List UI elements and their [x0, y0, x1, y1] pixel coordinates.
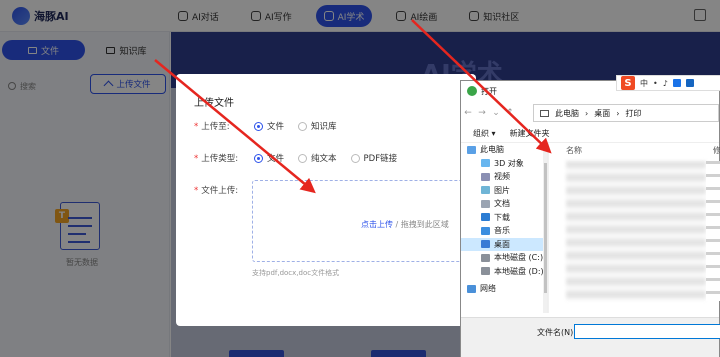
file-upload-label: * 文件上传: — [194, 186, 239, 196]
radio-upload-to-file[interactable]: 文件 — [254, 120, 284, 132]
network-icon — [467, 284, 476, 293]
back-icon[interactable]: ← — [461, 108, 475, 118]
radio-upload-to-kb[interactable]: 知识库 — [298, 120, 337, 132]
upload-to-row: * 上传至: 文件 知识库 — [194, 120, 351, 132]
video-icon — [481, 172, 490, 181]
chevron-right-icon: › — [616, 108, 620, 118]
music-icon — [481, 226, 490, 235]
dropzone-text: 点击上传 / 拖拽到此区域 — [361, 219, 449, 230]
breadcrumb-print[interactable]: 打印 — [625, 108, 641, 119]
up-icon[interactable]: ↑ — [503, 108, 517, 118]
new-folder-button[interactable]: 新建文件夹 — [510, 128, 550, 139]
tree-item-music[interactable]: 音乐 — [461, 224, 547, 238]
address-bar[interactable]: 此电脑 › 桌面 › 打印 — [533, 104, 719, 122]
address-row: ← → ⌄ ↑ 此电脑 › 桌面 › 打印 — [461, 101, 719, 125]
computer-icon — [467, 145, 476, 154]
radio-dot — [350, 153, 360, 163]
radio-dot — [254, 153, 263, 163]
radio-type-file[interactable]: 文件 — [254, 152, 284, 164]
radio-dot — [298, 153, 308, 163]
upload-modal: 上传文件 * 上传至: 文件 知识库 * 上传类型: 文件 纯文本 PDF链接 * 文… — [176, 74, 482, 326]
drag-text: 拖拽到此区域 — [400, 220, 449, 229]
document-icon — [481, 199, 490, 208]
breadcrumb-desktop[interactable]: 桌面 — [594, 108, 610, 119]
breadcrumb-pc[interactable]: 此电脑 — [555, 108, 579, 119]
click-upload-link[interactable]: 点击上传 — [361, 220, 393, 229]
organize-button[interactable]: 组织 ▾ — [473, 128, 496, 139]
radio-type-text[interactable]: 纯文本 — [298, 152, 337, 164]
chevron-right-icon: › — [585, 108, 589, 118]
recent-icon[interactable]: ⌄ — [489, 108, 503, 118]
cube-icon — [481, 159, 490, 168]
file-list-header: 名称 修 — [548, 143, 720, 157]
tree-item-desktop[interactable]: 桌面 — [461, 237, 547, 251]
tree-item-documents[interactable]: 文档 — [461, 197, 547, 211]
tree-item-3d-objects[interactable]: 3D 对象 — [461, 157, 547, 171]
upload-type-row: * 上传类型: 文件 纯文本 PDF链接 — [194, 152, 411, 164]
upload-dropzone[interactable]: 点击上传 / 拖拽到此区域 — [252, 180, 482, 262]
punctuation-icon: • — [653, 78, 658, 88]
image-icon — [481, 186, 490, 195]
forward-icon[interactable]: → — [475, 108, 489, 118]
separator: / — [395, 220, 399, 229]
upload-type-label: * 上传类型: — [194, 154, 239, 164]
navigation-tree: 此电脑 3D 对象 视频 图片 文档 下载 音乐 桌面 本地磁盘 (C:) 本地… — [461, 143, 547, 313]
drive-icon — [481, 253, 490, 262]
tree-item-drive-c[interactable]: 本地磁盘 (C:) — [461, 251, 547, 265]
desktop-icon — [481, 240, 490, 249]
tree-item-downloads[interactable]: 下载 — [461, 211, 547, 225]
keyboard-icon — [672, 79, 681, 87]
filename-input[interactable] — [574, 324, 720, 339]
column-modified[interactable]: 修 — [713, 145, 720, 156]
skin-icon — [685, 79, 694, 87]
radio-dot — [254, 121, 263, 131]
computer-icon — [540, 109, 549, 117]
format-hint: 支持pdf,docx,doc文件格式 — [252, 269, 340, 277]
mic-icon: ♪ — [662, 78, 668, 88]
filename-row: 文件名(N): — [461, 317, 720, 357]
ime-mode: 中 — [640, 78, 648, 88]
download-icon — [481, 213, 490, 222]
modal-title: 上传文件 — [194, 98, 234, 109]
command-bar: 组织 ▾ 新建文件夹 — [461, 125, 719, 143]
tree-item-drive-d[interactable]: 本地磁盘 (D:) — [461, 265, 547, 279]
ime-toolbar[interactable]: S 中 • ♪ — [616, 75, 720, 91]
radio-type-pdf-link[interactable]: PDF链接 — [350, 152, 397, 164]
upload-to-label: * 上传至: — [194, 122, 230, 132]
blurred-file-names — [566, 161, 706, 301]
radio-dot — [298, 121, 308, 131]
file-list: 名称 修 — [547, 143, 720, 313]
column-name[interactable]: 名称 — [566, 145, 582, 156]
dialog-title: 打开 — [481, 86, 497, 96]
blurred-file-dates — [706, 161, 720, 301]
tree-item-pictures[interactable]: 图片 — [461, 184, 547, 198]
filename-label: 文件名(N): — [537, 328, 576, 337]
open-file-dialog: 打开 S 中 • ♪ ← → ⌄ ↑ 此电脑 › 桌面 › 打印 组织 ▾ 新建… — [460, 75, 720, 357]
tree-item-this-pc[interactable]: 此电脑 — [461, 143, 547, 157]
tree-item-videos[interactable]: 视频 — [461, 170, 547, 184]
file-upload-row: * 文件上传: — [194, 184, 254, 196]
tree-item-network[interactable]: 网络 — [461, 282, 547, 296]
browser-icon — [467, 86, 477, 96]
sogou-logo-icon: S — [621, 76, 635, 90]
drive-icon — [481, 267, 490, 276]
